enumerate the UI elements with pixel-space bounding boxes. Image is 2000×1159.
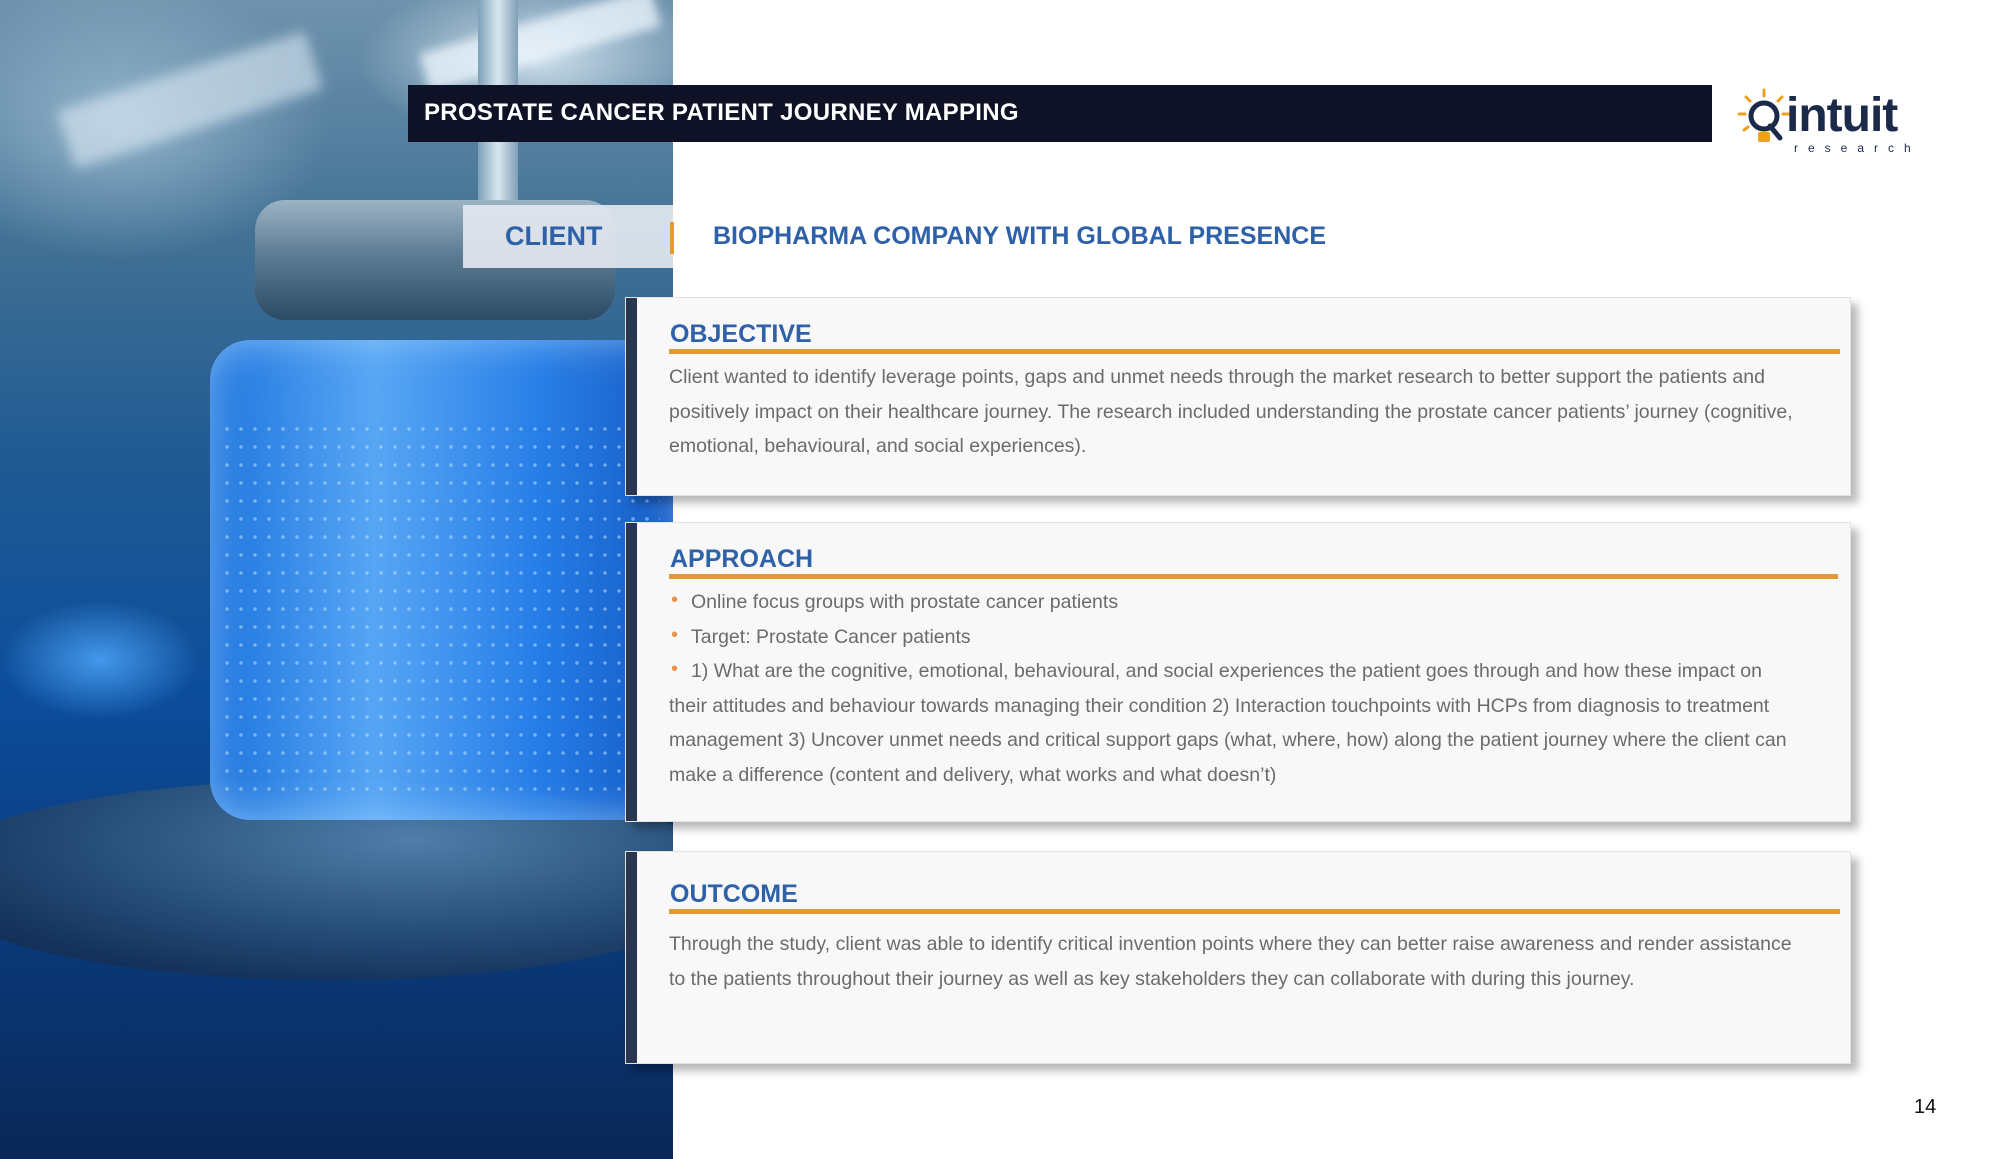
objective-rule <box>669 349 1840 354</box>
bullet-icon: • <box>671 623 679 646</box>
bullet-icon: • <box>671 589 679 611</box>
page-title: PROSTATE CANCER PATIENT JOURNEY MAPPING <box>424 99 1019 126</box>
approach-card: APPROACH • Online focus groups with prost… <box>625 522 1851 822</box>
logo-wordmark: intuit <box>1786 89 1898 142</box>
outcome-text: Through the study, client was able to id… <box>669 933 1792 990</box>
approach-bullet-item: • Online focus groups with prostate cance… <box>669 585 1794 620</box>
title-bar: PROSTATE CANCER PATIENT JOURNEY MAPPING <box>408 85 1712 142</box>
client-divider <box>670 222 674 254</box>
objective-heading: OBJECTIVE <box>670 320 812 348</box>
client-label-box: CLIENT <box>463 205 673 268</box>
intuit-research-logo: intuit research <box>1728 80 1928 155</box>
approach-heading: APPROACH <box>670 545 814 573</box>
objective-text: Client wanted to identify leverage point… <box>669 366 1793 457</box>
bullet-icon: • <box>671 658 679 680</box>
lightbulb-icon <box>1737 88 1791 142</box>
logo-tagline: research <box>1794 141 1921 155</box>
outcome-heading: OUTCOME <box>670 880 798 908</box>
outcome-card: OUTCOME Through the study, client was ab… <box>625 851 1851 1064</box>
client-label: CLIENT <box>505 221 603 251</box>
outcome-rule <box>669 909 1840 914</box>
objective-card: OBJECTIVE Client wanted to identify leve… <box>625 297 1851 496</box>
approach-bullet-item: • 1) What are the cognitive, emotional, b… <box>669 654 1794 792</box>
approach-list: • Online focus groups with prostate cance… <box>669 585 1794 792</box>
page-number: 14 <box>1914 1096 1937 1118</box>
lab-photo <box>0 0 673 1159</box>
approach-bullet-item: • Target: Prostate Cancer patients <box>669 620 1794 655</box>
client-value: BIOPHARMA COMPANY WITH GLOBAL PRESENCE <box>713 222 1326 250</box>
approach-rule <box>669 574 1838 579</box>
